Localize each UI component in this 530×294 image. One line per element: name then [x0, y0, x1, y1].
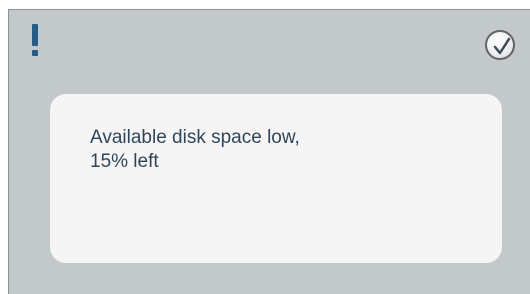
- alert-message: Available disk space low, 15% left: [90, 126, 470, 174]
- confirm-button[interactable]: [485, 30, 515, 60]
- exclamation-icon: [29, 22, 41, 58]
- exclamation-bar: [32, 24, 38, 46]
- alert-message-line1: Available disk space low,: [90, 127, 300, 148]
- alert-dialog: Available disk space low, 15% left: [8, 9, 530, 294]
- exclamation-dot: [32, 50, 38, 56]
- message-card: Available disk space low, 15% left: [50, 94, 502, 263]
- alert-message-line2: 15% left: [90, 151, 159, 172]
- checkmark-icon: [493, 37, 511, 55]
